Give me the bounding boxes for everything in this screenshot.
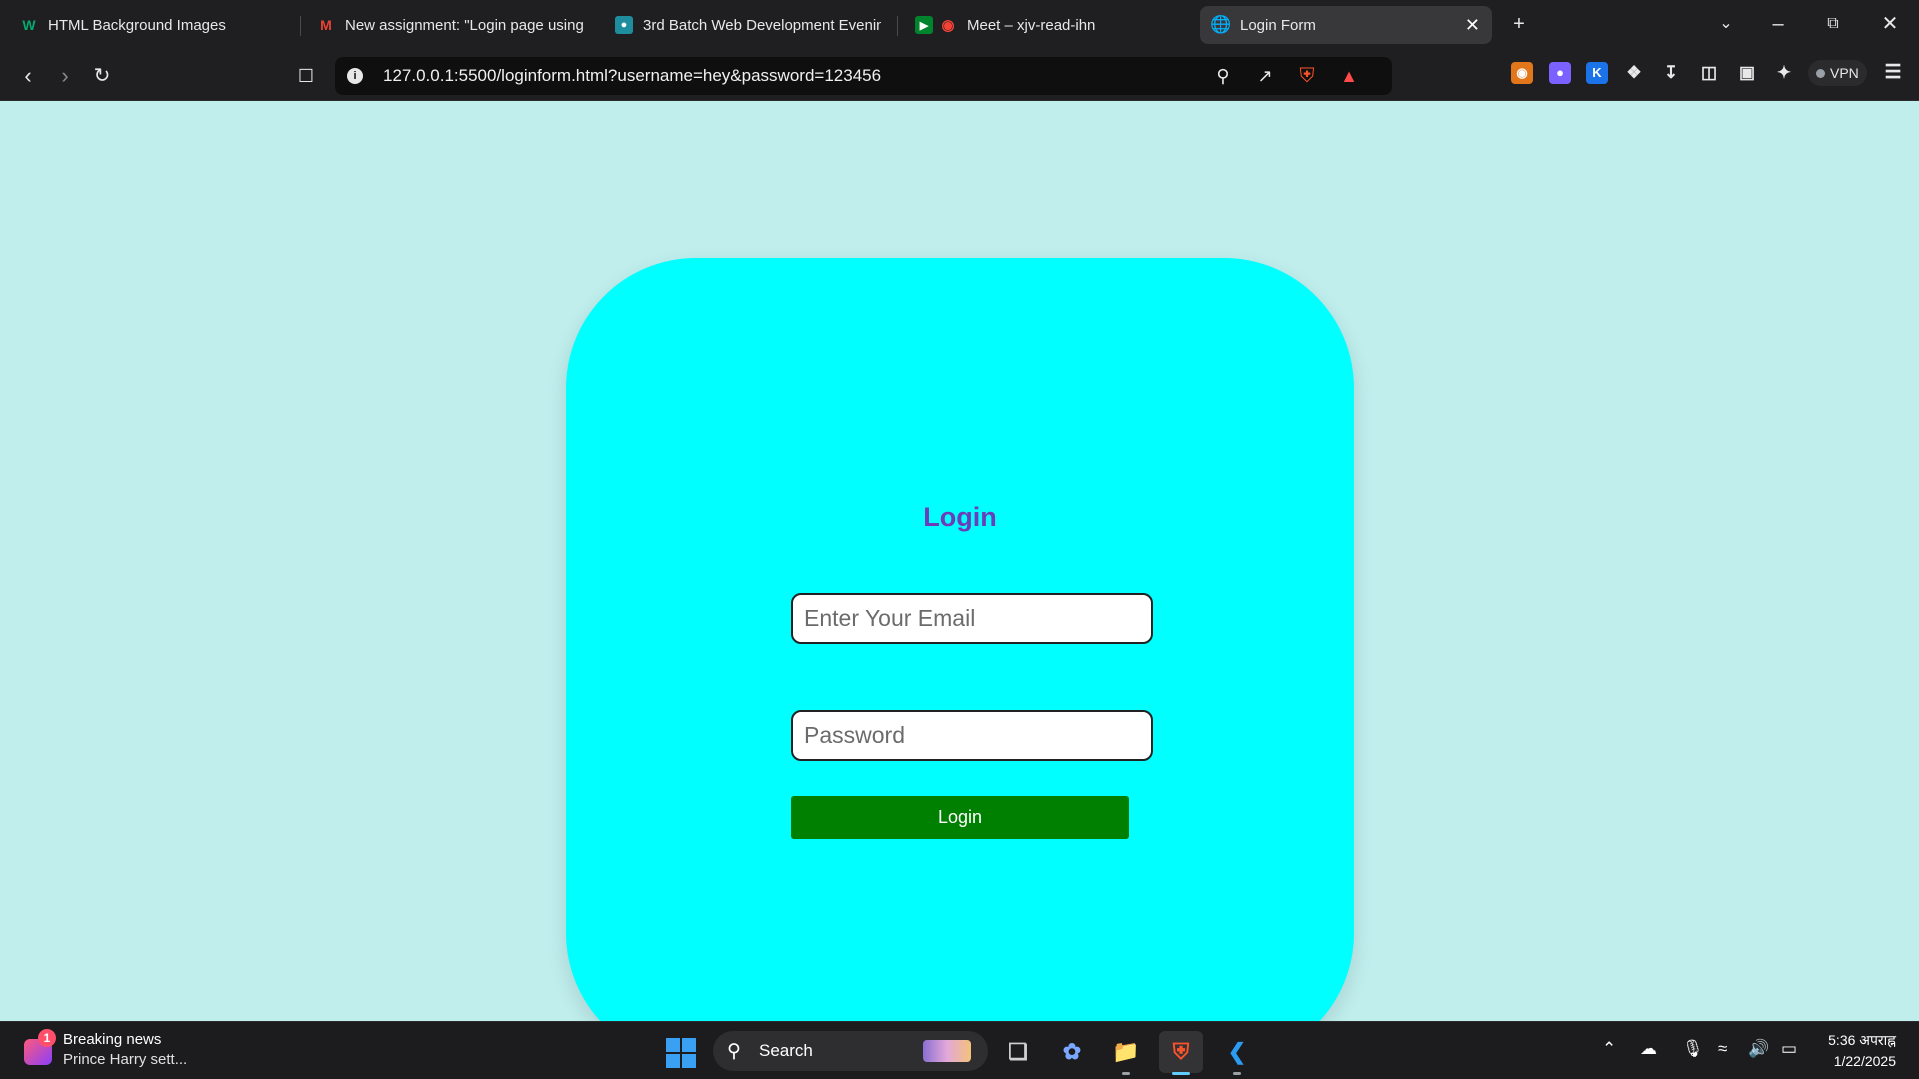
- login-button[interactable]: Login: [791, 796, 1129, 839]
- tab-gmail-assignment[interactable]: M New assignment: "Login page using: [305, 6, 595, 44]
- news-title: Breaking news: [63, 1031, 162, 1048]
- windows-start-icon[interactable]: [666, 1038, 696, 1068]
- close-tab-icon[interactable]: ✕: [1465, 15, 1480, 36]
- password-input[interactable]: [791, 710, 1153, 761]
- tab-search-chevron-icon[interactable]: ⌄: [1714, 12, 1738, 36]
- brave-shields-icon[interactable]: ⛨: [1296, 65, 1318, 87]
- new-tab-button[interactable]: +: [1507, 12, 1531, 36]
- tab-meet[interactable]: ▶ ◉ Meet – xjv-read-ihn: [903, 6, 1193, 44]
- tab-html-background-images[interactable]: W HTML Background Images: [8, 6, 298, 44]
- globe-icon: 🌐: [1210, 15, 1232, 34]
- tray-chevron-up-icon[interactable]: ⌃: [1602, 1039, 1616, 1059]
- tab-separator: [897, 16, 898, 36]
- extensions-puzzle-icon[interactable]: ❖: [1623, 62, 1645, 84]
- tab-label: 3rd Batch Web Development Evenin: [643, 16, 881, 34]
- search-label: Search: [759, 1041, 813, 1060]
- news-badge: 1: [38, 1029, 56, 1047]
- vscode-icon[interactable]: ❮: [1215, 1031, 1259, 1075]
- onedrive-icon[interactable]: ☁: [1640, 1039, 1657, 1059]
- app-running-indicator: [1122, 1072, 1130, 1075]
- reload-button[interactable]: ↻: [88, 62, 116, 90]
- copilot-icon[interactable]: ✿: [1050, 1031, 1094, 1073]
- wallet-extension-icon[interactable]: ●: [1549, 62, 1571, 84]
- wallet-icon[interactable]: ▣: [1736, 62, 1758, 84]
- vpn-button[interactable]: VPN: [1808, 60, 1867, 86]
- w3schools-icon: W: [22, 17, 36, 33]
- search-icon: ⚲: [727, 1041, 741, 1062]
- battery-icon[interactable]: ▭: [1781, 1039, 1797, 1059]
- login-card: Login Login: [566, 258, 1354, 1063]
- tab-label: New assignment: "Login page using: [345, 16, 583, 34]
- leo-ai-icon[interactable]: ✦: [1773, 62, 1795, 84]
- metamask-extension-icon[interactable]: ◉: [1511, 62, 1533, 84]
- menu-icon[interactable]: ☰: [1882, 62, 1904, 84]
- zoom-icon[interactable]: ⚲: [1212, 65, 1234, 87]
- tab-label: Login Form: [1240, 16, 1316, 34]
- sidebar-icon[interactable]: ◫: [1698, 62, 1720, 84]
- restore-button[interactable]: ⧉: [1821, 12, 1845, 36]
- taskbar-search[interactable]: ⚲ Search: [713, 1031, 988, 1071]
- taskbar: 1 Breaking news Prince Harry sett... ⚲ S…: [0, 1021, 1919, 1079]
- back-button[interactable]: ‹: [14, 62, 42, 90]
- email-input[interactable]: [791, 593, 1153, 644]
- share-icon[interactable]: ↗: [1254, 65, 1276, 87]
- clock-time[interactable]: 5:36 अपराह्न: [1828, 1031, 1896, 1050]
- clock-date[interactable]: 1/22/2025: [1834, 1053, 1896, 1069]
- meet-icon: ▶: [915, 16, 933, 34]
- address-bar[interactable]: i 127.0.0.1:5500/loginform.html?username…: [335, 57, 1392, 95]
- brave-browser-icon[interactable]: ⛨: [1159, 1031, 1203, 1075]
- recording-icon: ◉: [941, 17, 955, 34]
- brave-rewards-icon[interactable]: ▲: [1338, 65, 1360, 87]
- tab-strip: W HTML Background Images M New assignmen…: [0, 0, 1919, 50]
- tab-classroom[interactable]: ● 3rd Batch Web Development Evenin: [603, 6, 893, 44]
- volume-icon[interactable]: 🔊: [1748, 1039, 1769, 1059]
- bookmark-icon[interactable]: ☐: [292, 62, 320, 90]
- tab-label: Meet – xjv-read-ihn: [967, 16, 1096, 34]
- vpn-label: VPN: [1830, 65, 1859, 81]
- app-active-indicator: [1172, 1072, 1190, 1075]
- search-highlight-icon: [923, 1040, 971, 1062]
- tab-label: HTML Background Images: [48, 16, 226, 34]
- k-extension-icon[interactable]: K: [1586, 62, 1608, 84]
- login-title: Login: [923, 502, 997, 532]
- site-info-icon[interactable]: i: [347, 68, 363, 84]
- microphone-icon[interactable]: 🎙: [1682, 1039, 1704, 1059]
- download-icon[interactable]: ↧: [1660, 62, 1682, 84]
- app-running-indicator: [1233, 1072, 1241, 1075]
- wifi-icon[interactable]: ≈: [1718, 1039, 1727, 1059]
- forward-button[interactable]: ›: [51, 62, 79, 90]
- news-subtitle: Prince Harry sett...: [63, 1051, 188, 1068]
- minimize-button[interactable]: –: [1766, 12, 1790, 36]
- gmail-icon: M: [320, 17, 332, 33]
- url-text[interactable]: 127.0.0.1:5500/loginform.html?username=h…: [383, 66, 881, 86]
- vpn-status-dot: [1816, 69, 1825, 78]
- page-viewport: Login Login: [0, 101, 1919, 1063]
- close-window-button[interactable]: ✕: [1878, 12, 1902, 36]
- tab-login-form[interactable]: 🌐 Login Form ✕: [1200, 6, 1492, 44]
- file-explorer-icon[interactable]: 📁: [1104, 1031, 1148, 1075]
- tab-separator: [300, 16, 301, 36]
- classroom-icon: ●: [615, 16, 633, 34]
- task-view-icon[interactable]: ❏: [996, 1031, 1040, 1073]
